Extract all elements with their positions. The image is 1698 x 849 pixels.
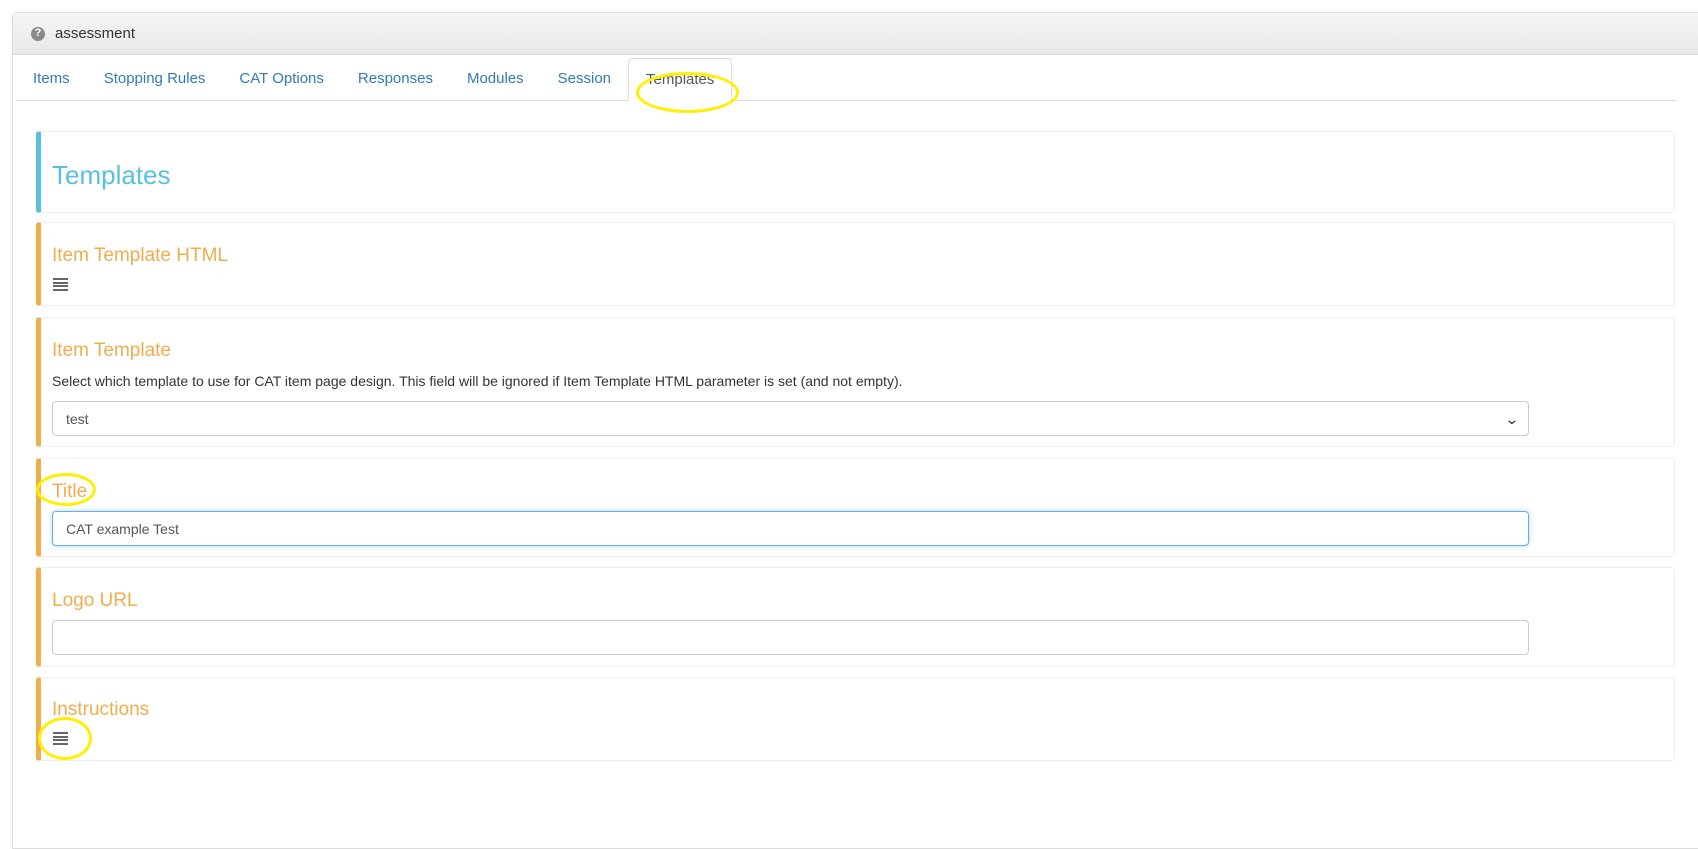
tab-responses[interactable]: Responses [341, 57, 450, 100]
panel-heading: ? assessment [13, 13, 1698, 55]
section-title: Templates [52, 160, 171, 190]
title-card: Title CAT example Test [36, 458, 1675, 557]
title-label: Title [52, 481, 88, 502]
item-template-select[interactable]: test ⌄ [52, 401, 1529, 436]
tab-bar: Items Stopping Rules CAT Options Respons… [16, 57, 1676, 101]
panel-title: assessment [55, 25, 136, 42]
item-template-html-label: Item Template HTML [52, 245, 228, 266]
tab-cat-options[interactable]: CAT Options [222, 57, 340, 100]
tab-modules[interactable]: Modules [450, 57, 541, 100]
text-lines-icon[interactable] [53, 732, 68, 745]
logo-url-card: Logo URL [36, 567, 1675, 667]
templates-section-card: Templates [36, 131, 1675, 213]
chevron-down-icon: ⌄ [1504, 411, 1520, 427]
tab-session[interactable]: Session [541, 57, 628, 100]
item-template-selected-value: test [66, 410, 89, 427]
text-lines-icon[interactable] [53, 278, 68, 291]
instructions-label: Instructions [52, 699, 150, 720]
item-template-html-card: Item Template HTML [36, 222, 1675, 306]
item-template-card: Item Template Select which template to u… [36, 317, 1675, 447]
item-template-help: Select which template to use for CAT ite… [52, 373, 903, 389]
tab-templates[interactable]: Templates [628, 58, 733, 101]
title-input[interactable]: CAT example Test [52, 511, 1529, 546]
help-icon[interactable]: ? [31, 26, 45, 41]
item-template-label: Item Template [52, 340, 171, 361]
tab-stopping-rules[interactable]: Stopping Rules [87, 57, 223, 100]
logo-url-input[interactable] [52, 620, 1529, 655]
title-input-value: CAT example Test [66, 520, 179, 537]
logo-url-label: Logo URL [52, 590, 138, 611]
instructions-card: Instructions [36, 677, 1675, 761]
tab-items[interactable]: Items [16, 57, 87, 100]
